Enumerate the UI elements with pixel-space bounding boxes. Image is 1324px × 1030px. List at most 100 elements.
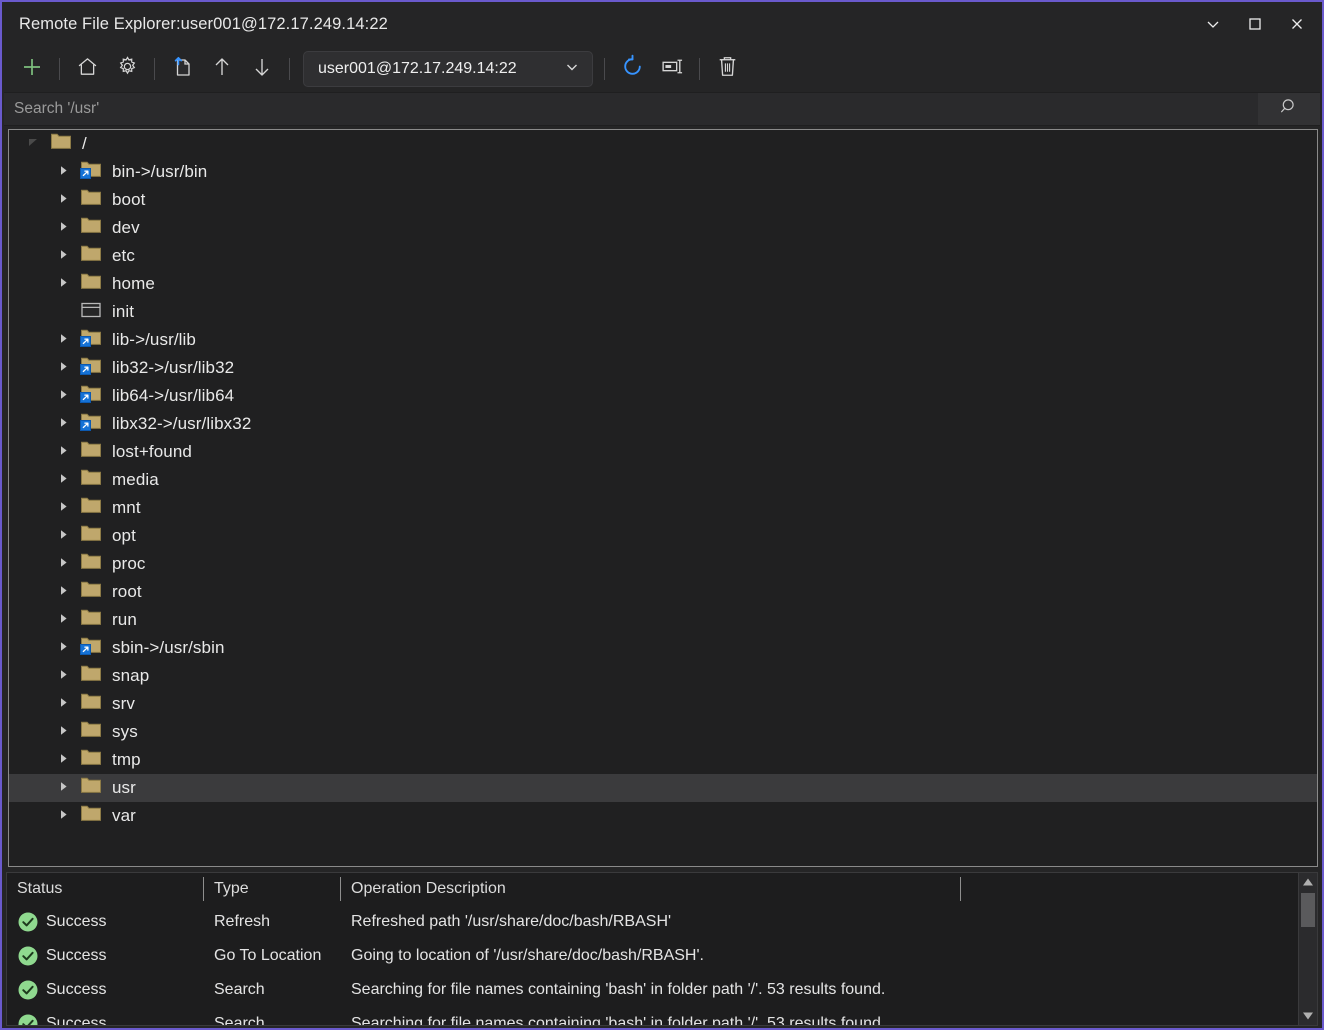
tree-twisty[interactable] xyxy=(55,662,71,690)
twisty-collapsed-icon[interactable] xyxy=(58,443,69,461)
tree-twisty[interactable] xyxy=(55,270,71,298)
tree-row[interactable]: srv xyxy=(9,690,1317,718)
tree-twisty[interactable] xyxy=(55,466,71,494)
twisty-collapsed-icon[interactable] xyxy=(58,555,69,573)
twisty-collapsed-icon[interactable] xyxy=(58,695,69,713)
twisty-collapsed-icon[interactable] xyxy=(58,583,69,601)
tree-twisty[interactable] xyxy=(55,634,71,662)
tree-twisty[interactable] xyxy=(55,774,71,802)
tree-row[interactable]: mnt xyxy=(9,494,1317,522)
twisty-collapsed-icon[interactable] xyxy=(58,807,69,825)
rename-button[interactable] xyxy=(652,50,692,88)
twisty-collapsed-icon[interactable] xyxy=(58,163,69,181)
tree-twisty[interactable] xyxy=(55,410,71,438)
new-connection-button[interactable] xyxy=(12,50,52,88)
twisty-collapsed-icon[interactable] xyxy=(58,275,69,293)
status-row[interactable]: SuccessSearchSearching for file names co… xyxy=(7,1007,1298,1025)
tree-row[interactable]: lost+found xyxy=(9,438,1317,466)
tree-twisty[interactable] xyxy=(55,214,71,242)
tree-row-root[interactable]: / xyxy=(9,130,1317,158)
tree-row[interactable]: run xyxy=(9,606,1317,634)
upload-file-button[interactable] xyxy=(162,50,202,88)
twisty-collapsed-icon[interactable] xyxy=(58,779,69,797)
tree-twisty[interactable] xyxy=(25,130,41,158)
tree-row[interactable]: boot xyxy=(9,186,1317,214)
connection-select[interactable]: user001@172.17.249.14:22 xyxy=(303,51,593,87)
twisty-collapsed-icon[interactable] xyxy=(58,499,69,517)
tree-row[interactable]: etc xyxy=(9,242,1317,270)
search-button[interactable] xyxy=(1258,93,1320,125)
maximize-button[interactable] xyxy=(1234,4,1276,44)
twisty-collapsed-icon[interactable] xyxy=(58,219,69,237)
twisty-collapsed-icon[interactable] xyxy=(58,471,69,489)
status-row[interactable]: SuccessSearchSearching for file names co… xyxy=(7,973,1298,1007)
scrollbar-track[interactable] xyxy=(1299,891,1317,1007)
column-header-status[interactable]: Status xyxy=(7,877,204,901)
twisty-collapsed-icon[interactable] xyxy=(58,723,69,741)
tree-twisty[interactable] xyxy=(55,186,71,214)
tree-twisty[interactable] xyxy=(55,382,71,410)
column-header-extra[interactable] xyxy=(961,877,1285,901)
scroll-up-button[interactable] xyxy=(1299,873,1317,891)
twisty-collapsed-icon[interactable] xyxy=(58,611,69,629)
twisty-collapsed-icon[interactable] xyxy=(58,527,69,545)
tree-row[interactable]: usr xyxy=(9,774,1317,802)
tree-row[interactable]: tmp xyxy=(9,746,1317,774)
column-header-operation-description[interactable]: Operation Description xyxy=(341,877,961,901)
tree-row[interactable]: lib64->/usr/lib64 xyxy=(9,382,1317,410)
twisty-collapsed-icon[interactable] xyxy=(58,639,69,657)
status-row[interactable]: SuccessGo To LocationGoing to location o… xyxy=(7,939,1298,973)
twisty-expanded-icon[interactable] xyxy=(28,135,39,153)
twisty-collapsed-icon[interactable] xyxy=(58,359,69,377)
scroll-down-button[interactable] xyxy=(1299,1007,1317,1025)
tree-twisty[interactable] xyxy=(55,802,71,830)
status-grid-scrollbar[interactable] xyxy=(1298,873,1317,1025)
delete-button[interactable] xyxy=(707,50,747,88)
tree-row[interactable]: var xyxy=(9,802,1317,830)
tree-row[interactable]: opt xyxy=(9,522,1317,550)
tree-twisty[interactable] xyxy=(55,242,71,270)
twisty-collapsed-icon[interactable] xyxy=(58,415,69,433)
file-tree[interactable]: /bin->/usr/binbootdevetchomeinitlib->/us… xyxy=(8,129,1318,867)
status-row[interactable]: SuccessRefreshRefreshed path '/usr/share… xyxy=(7,905,1298,939)
tree-row[interactable]: root xyxy=(9,578,1317,606)
tree-row[interactable]: home xyxy=(9,270,1317,298)
tree-twisty[interactable] xyxy=(55,298,71,326)
tree-twisty[interactable] xyxy=(55,550,71,578)
tree-row[interactable]: snap xyxy=(9,662,1317,690)
tree-twisty[interactable] xyxy=(55,158,71,186)
refresh-button[interactable] xyxy=(612,50,652,88)
twisty-collapsed-icon[interactable] xyxy=(58,667,69,685)
move-down-button[interactable] xyxy=(242,50,282,88)
search-input[interactable] xyxy=(4,99,1258,119)
tree-twisty[interactable] xyxy=(55,494,71,522)
tree-row[interactable]: media xyxy=(9,466,1317,494)
close-button[interactable] xyxy=(1276,4,1318,44)
settings-button[interactable] xyxy=(107,50,147,88)
tree-twisty[interactable] xyxy=(55,522,71,550)
tree-twisty[interactable] xyxy=(55,438,71,466)
tree-twisty[interactable] xyxy=(55,354,71,382)
tree-row[interactable]: sbin->/usr/sbin xyxy=(9,634,1317,662)
scrollbar-thumb[interactable] xyxy=(1301,893,1315,927)
tree-row[interactable]: sys xyxy=(9,718,1317,746)
minimize-button[interactable] xyxy=(1192,4,1234,44)
tree-twisty[interactable] xyxy=(55,326,71,354)
twisty-collapsed-icon[interactable] xyxy=(58,751,69,769)
twisty-collapsed-icon[interactable] xyxy=(58,191,69,209)
home-button[interactable] xyxy=(67,50,107,88)
tree-row[interactable]: lib->/usr/lib xyxy=(9,326,1317,354)
tree-row[interactable]: bin->/usr/bin xyxy=(9,158,1317,186)
tree-row[interactable]: libx32->/usr/libx32 xyxy=(9,410,1317,438)
move-up-button[interactable] xyxy=(202,50,242,88)
tree-twisty[interactable] xyxy=(55,606,71,634)
tree-twisty[interactable] xyxy=(55,690,71,718)
tree-row[interactable]: proc xyxy=(9,550,1317,578)
tree-twisty[interactable] xyxy=(55,746,71,774)
tree-twisty[interactable] xyxy=(55,578,71,606)
tree-row[interactable]: init xyxy=(9,298,1317,326)
twisty-collapsed-icon[interactable] xyxy=(58,331,69,349)
twisty-collapsed-icon[interactable] xyxy=(58,247,69,265)
tree-twisty[interactable] xyxy=(55,718,71,746)
tree-row[interactable]: lib32->/usr/lib32 xyxy=(9,354,1317,382)
